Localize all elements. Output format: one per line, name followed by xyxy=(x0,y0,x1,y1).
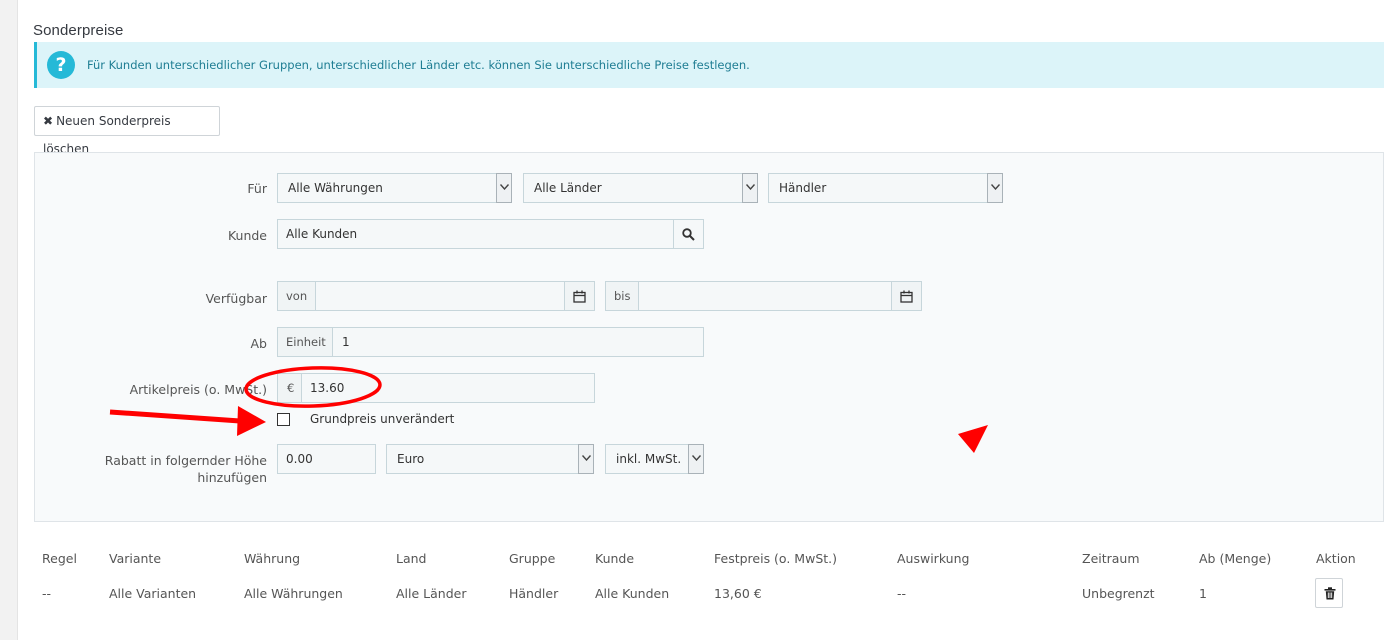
currency-select-value: Alle Währungen xyxy=(288,181,383,195)
discount-tax-select[interactable]: inkl. MwSt. xyxy=(605,444,704,474)
cell-auswirkung: -- xyxy=(897,586,907,601)
cell-waehrung: Alle Währungen xyxy=(244,586,343,601)
col-header-auswirkung: Auswirkung xyxy=(897,551,970,566)
verfuegbar-label: Verfügbar xyxy=(205,291,267,306)
col-header-kunde: Kunde xyxy=(595,551,635,566)
col-header-land: Land xyxy=(396,551,427,566)
cell-festpreis: 13,60 € xyxy=(714,586,762,601)
price-group: € 13.60 xyxy=(277,373,595,403)
col-header-variante: Variante xyxy=(109,551,162,566)
calendar-icon xyxy=(573,290,586,303)
question-icon: ? xyxy=(47,51,75,79)
col-header-waehrung: Währung xyxy=(244,551,301,566)
cell-zeitraum: Unbegrenzt xyxy=(1082,586,1155,601)
chevron-down-icon xyxy=(688,444,704,474)
base-price-unchanged-checkbox[interactable] xyxy=(277,413,290,426)
date-to-input[interactable] xyxy=(640,282,898,310)
customer-search-value: Alle Kunden xyxy=(286,227,358,241)
base-price-unchanged-label: Grundpreis unverändert xyxy=(310,412,455,426)
rabatt-label-line2: hinzufügen xyxy=(197,470,267,485)
currency-symbol: € xyxy=(277,373,302,403)
rabatt-label: Rabatt in folgernder Höhe hinzufügen xyxy=(60,452,267,486)
cell-kunde: Alle Kunden xyxy=(595,586,670,601)
cell-gruppe: Händler xyxy=(509,586,559,601)
date-to-label: bis xyxy=(605,281,639,311)
info-text: Für Kunden unterschiedlicher Gruppen, un… xyxy=(87,58,750,72)
customer-search-button[interactable] xyxy=(673,219,704,249)
info-alert: ? Für Kunden unterschiedlicher Gruppen, … xyxy=(34,42,1384,88)
date-from-label: von xyxy=(277,281,316,311)
col-header-zeitraum: Zeitraum xyxy=(1082,551,1140,566)
cell-variante: Alle Varianten xyxy=(109,586,197,601)
discount-tax-value: inkl. MwSt. xyxy=(616,452,682,466)
search-icon xyxy=(682,228,695,241)
trash-icon xyxy=(1324,587,1336,600)
chevron-down-icon xyxy=(987,173,1003,203)
from-quantity-group: Einheit 1 xyxy=(277,327,704,357)
col-header-gruppe: Gruppe xyxy=(509,551,556,566)
fuer-label: Für xyxy=(247,181,267,196)
date-from-group: von xyxy=(277,281,595,311)
discount-input[interactable]: 0.00 xyxy=(277,444,376,474)
chevron-down-icon xyxy=(742,173,758,203)
group-select[interactable]: Händler xyxy=(768,173,1003,203)
ab-label: Ab xyxy=(250,336,268,351)
calendar-icon xyxy=(900,290,913,303)
delete-row-button[interactable] xyxy=(1315,578,1343,608)
col-header-aktion: Aktion xyxy=(1316,551,1356,566)
col-header-ab-menge: Ab (Menge) xyxy=(1199,551,1272,566)
kunde-label: Kunde xyxy=(227,228,267,243)
cell-land: Alle Länder xyxy=(396,586,467,601)
country-select[interactable]: Alle Länder xyxy=(523,173,758,203)
date-from-calendar-button[interactable] xyxy=(564,281,595,311)
chevron-down-icon xyxy=(496,173,512,203)
artikelpreis-label: Artikelpreis (o. MwSt.) xyxy=(129,382,267,397)
discount-type-select[interactable]: Euro xyxy=(386,444,594,474)
close-icon: ✖ xyxy=(43,114,54,128)
price-input[interactable]: 13.60 xyxy=(302,374,590,402)
group-select-value: Händler xyxy=(779,181,827,195)
cell-ab-menge: 1 xyxy=(1199,586,1207,601)
col-header-regel: Regel xyxy=(42,551,77,566)
rabatt-label-line1: Rabatt in folgernder Höhe xyxy=(104,453,267,468)
unit-label: Einheit xyxy=(277,327,333,357)
delete-special-price-button[interactable]: ✖ Neuen Sonderpreis löschen xyxy=(34,106,220,156)
section-title: Sonderpreise xyxy=(33,22,124,39)
cell-regel: -- xyxy=(42,586,52,601)
date-to-calendar-button[interactable] xyxy=(891,281,922,311)
date-to-group: bis xyxy=(605,281,922,311)
currency-select[interactable]: Alle Währungen xyxy=(277,173,512,203)
discount-type-value: Euro xyxy=(397,452,425,466)
country-select-value: Alle Länder xyxy=(534,181,602,195)
date-from-input[interactable] xyxy=(318,282,572,310)
from-quantity-input[interactable]: 1 xyxy=(334,328,702,356)
col-header-festpreis: Festpreis (o. MwSt.) xyxy=(714,551,838,566)
chevron-down-icon xyxy=(578,444,594,474)
customer-search-input[interactable]: Alle Kunden xyxy=(277,219,704,249)
